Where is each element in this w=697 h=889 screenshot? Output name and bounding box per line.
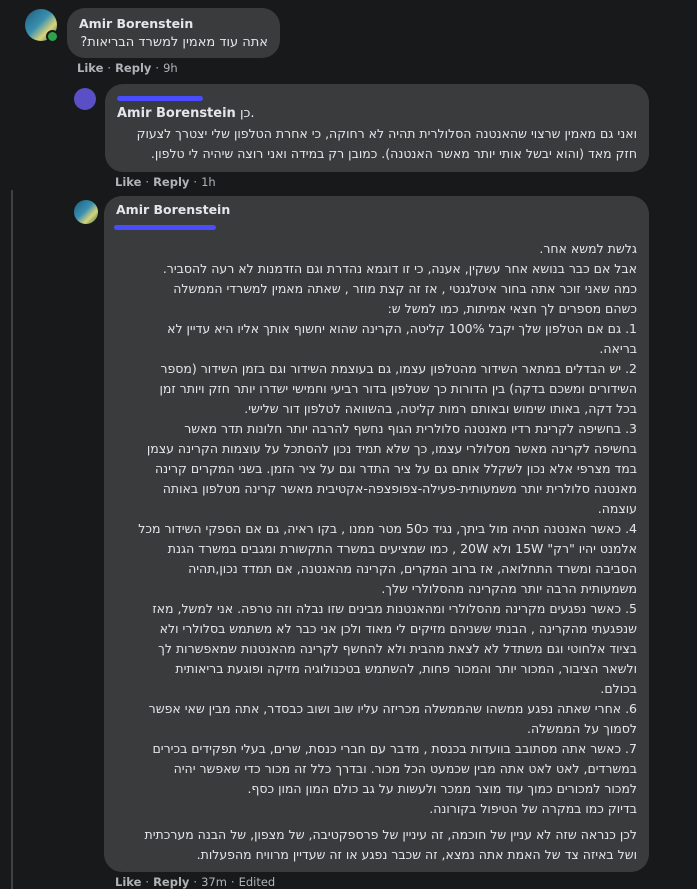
like-button[interactable]: Like: [115, 875, 141, 889]
comment-actions: Like · Reply · 1h: [115, 175, 216, 189]
comment-text: לכן כנראה שזה לא עניין של חוכמה, זה עיני…: [144, 827, 637, 862]
separator: ·: [145, 175, 150, 189]
redaction-scribble: [117, 96, 203, 101]
comment-bubble: Amir Borenstein כן. ואני גם מאמין שרצוי …: [105, 84, 649, 172]
separator: ·: [193, 175, 198, 189]
comment-author[interactable]: Amir Borenstein: [116, 202, 637, 217]
separator: ·: [230, 875, 235, 889]
like-button[interactable]: Like: [115, 175, 141, 189]
edited-label[interactable]: Edited: [239, 875, 276, 889]
comment-bubble: Amir Borenstein גלשת למשא אחר. אבל אם כב…: [104, 196, 649, 872]
comment-text: אתה עוד מאמין למשרד הבריאות?: [80, 35, 268, 50]
comment-actions: Like · Reply · 9h: [77, 61, 178, 75]
avatar[interactable]: [74, 88, 96, 110]
avatar[interactable]: [74, 200, 98, 224]
separator: ·: [145, 875, 150, 889]
reply-button[interactable]: Reply: [153, 875, 189, 889]
separator: ·: [107, 61, 112, 75]
redaction-scribble: [114, 225, 216, 230]
reply-button[interactable]: Reply: [115, 61, 151, 75]
reply-button[interactable]: Reply: [153, 175, 189, 189]
online-status-icon: [46, 30, 59, 43]
thread-line: [11, 190, 13, 889]
timestamp[interactable]: 1h: [201, 175, 216, 189]
comment-text: ואני גם מאמין שרצוי שהאנטנה הסלולרית תהי…: [136, 126, 637, 161]
timestamp[interactable]: 9h: [163, 61, 178, 75]
comment-text: גלשת למשא אחר. אבל אם כבר בנושא אחר עשקי…: [138, 241, 637, 816]
mention-suffix: כן.: [239, 106, 255, 121]
mention-link[interactable]: Amir Borenstein: [117, 106, 236, 121]
mention-line: Amir Borenstein כן.: [117, 106, 637, 121]
like-button[interactable]: Like: [77, 61, 103, 75]
separator: ·: [193, 875, 198, 889]
timestamp[interactable]: 37m: [201, 875, 227, 889]
comment-bubble: Amir Borenstein אתה עוד מאמין למשרד הברי…: [67, 8, 280, 58]
separator: ·: [155, 61, 160, 75]
comment-actions: Like · Reply · 37m · Edited: [115, 875, 275, 889]
comment-author[interactable]: Amir Borenstein: [79, 16, 268, 31]
